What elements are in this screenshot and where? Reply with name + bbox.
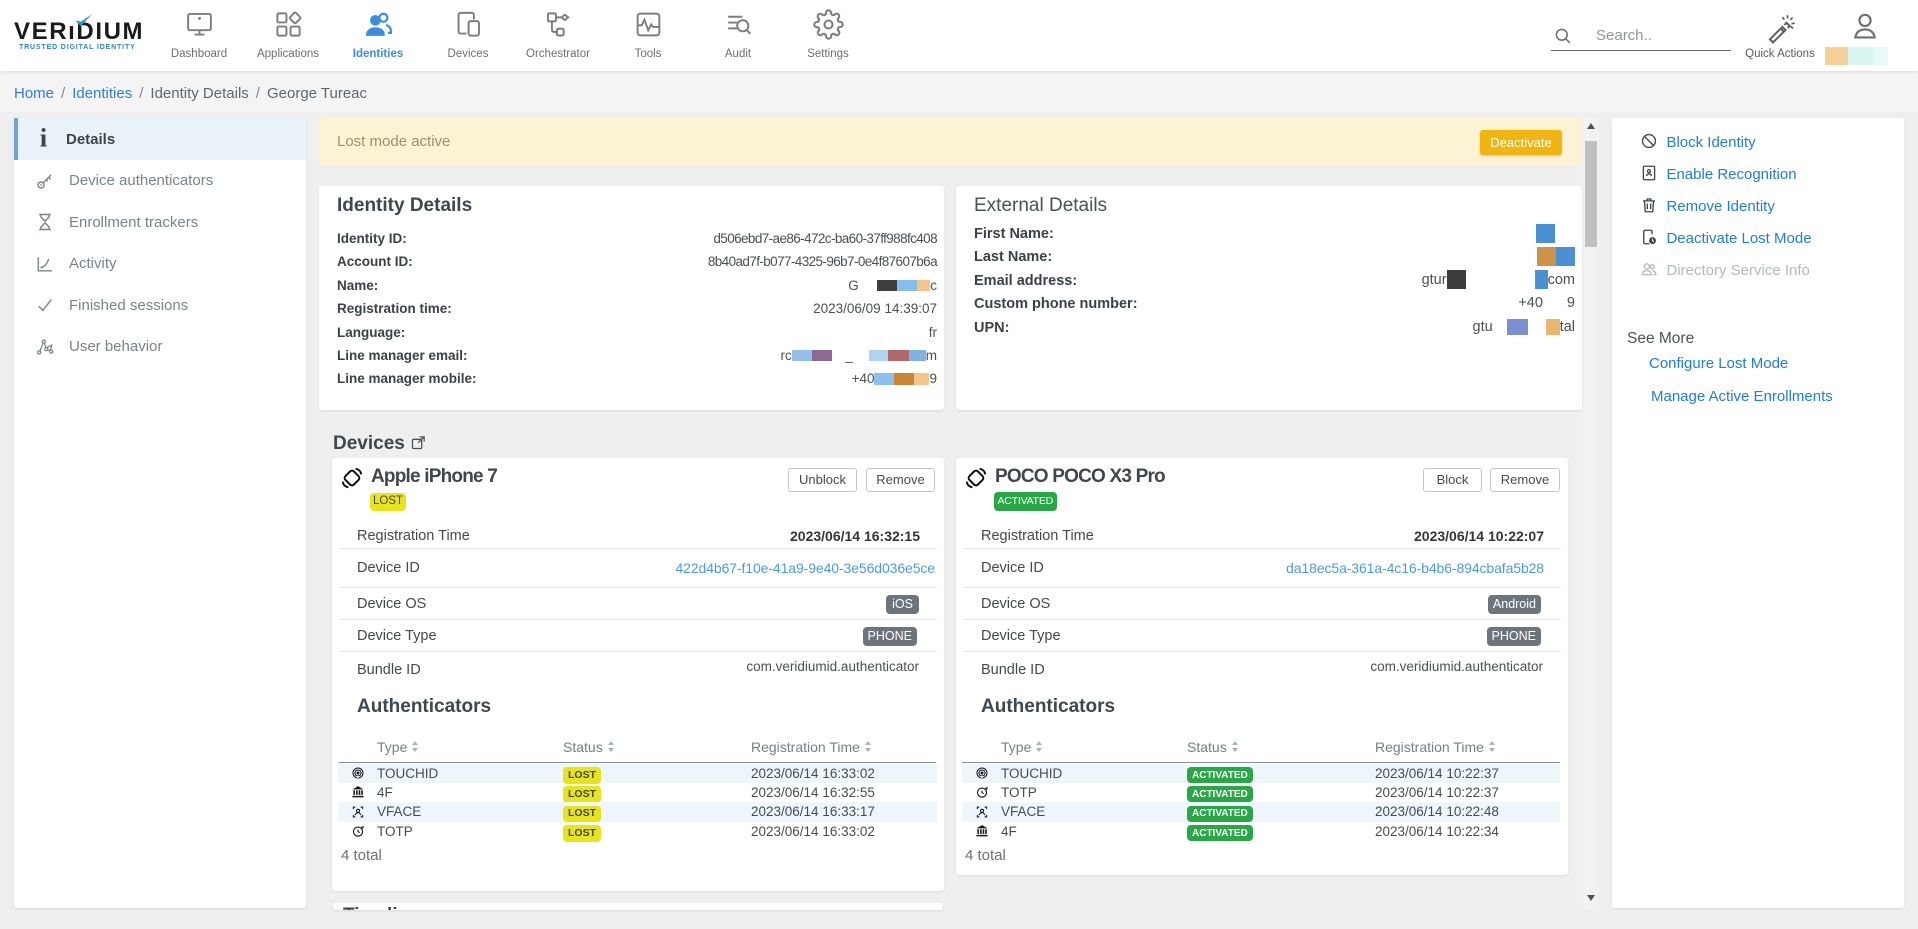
svg-text:i: i — [40, 128, 48, 150]
